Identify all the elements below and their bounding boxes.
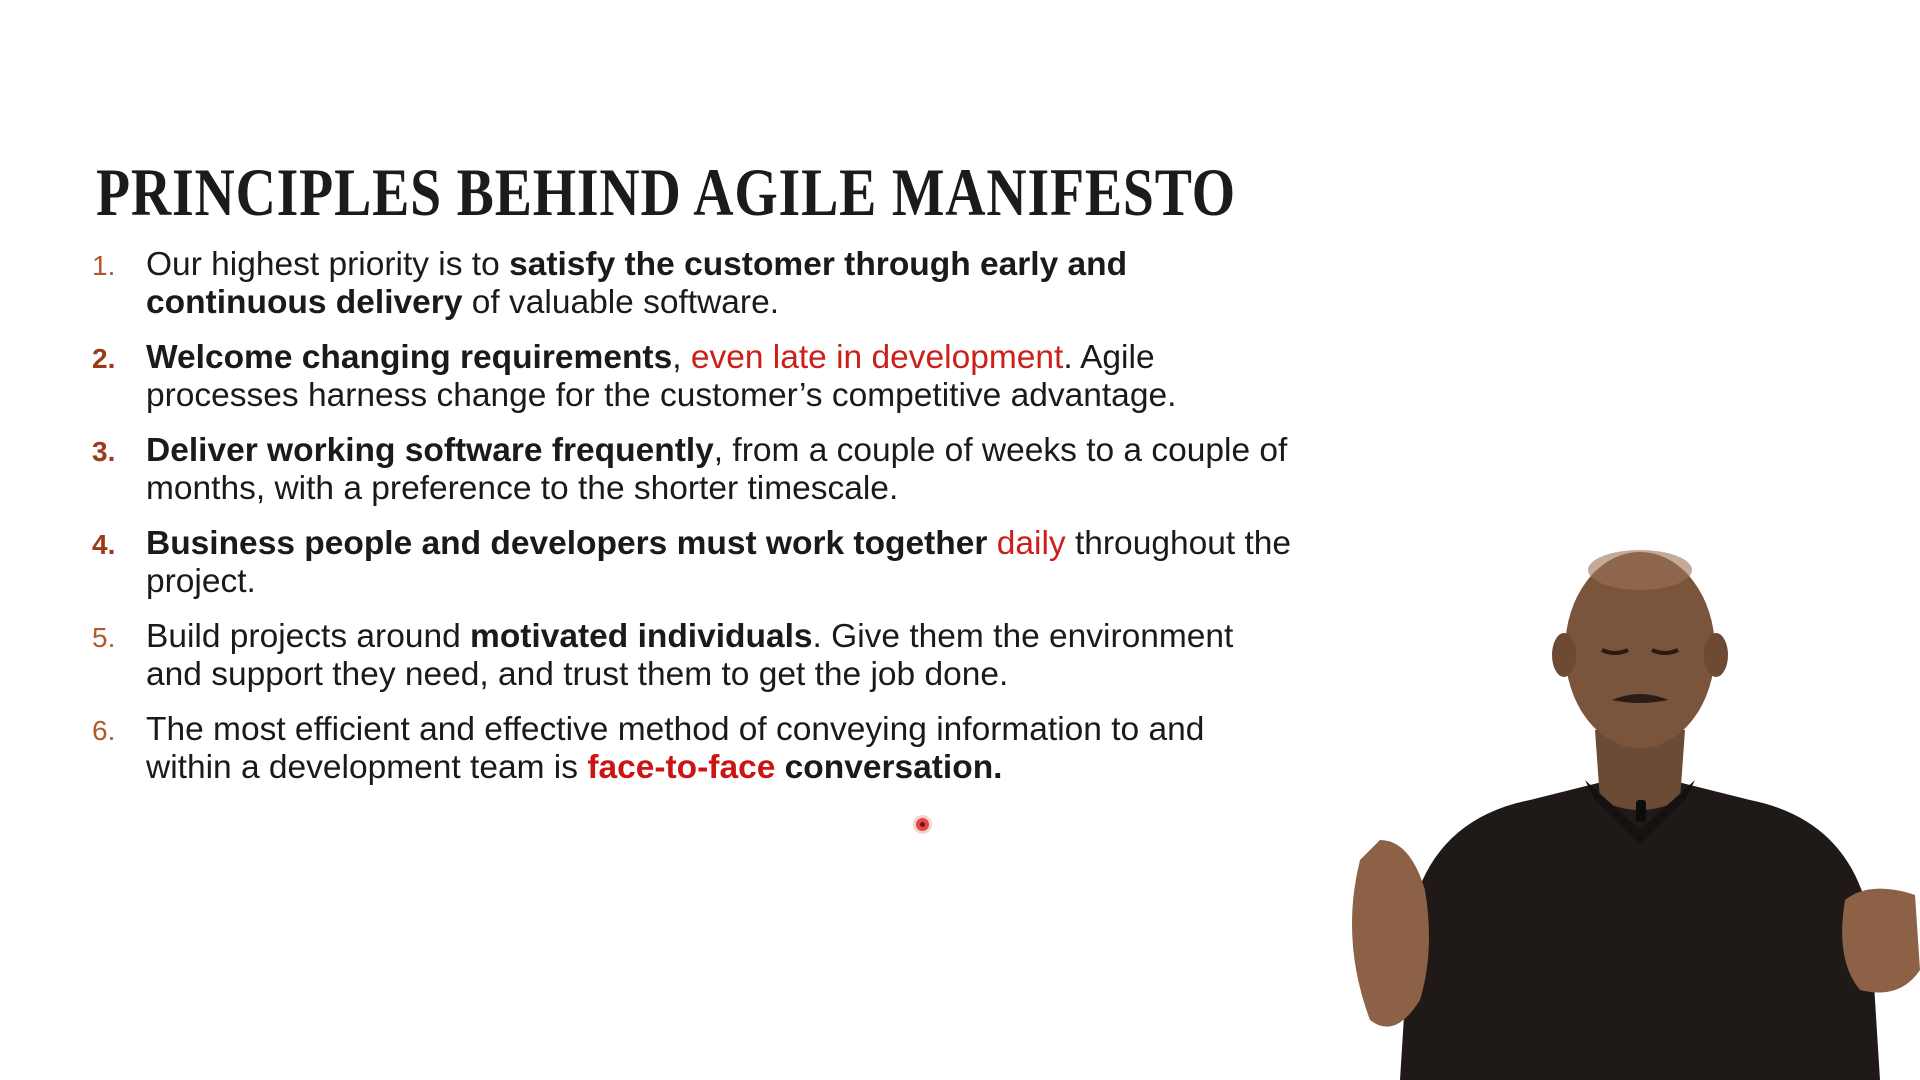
presenter-shirt [1400, 780, 1880, 1080]
text-segment: of valuable software. [462, 284, 780, 321]
text-segment: , [672, 339, 691, 376]
principle-text: Build projects around motivated individu… [146, 618, 1292, 694]
presenter-hand-right [1842, 888, 1920, 993]
laser-pointer-icon [916, 818, 929, 831]
principle-text: Our highest priority is to satisfy the c… [146, 246, 1292, 322]
text-segment: Our highest priority is to [146, 246, 510, 283]
principle-number: 1. [92, 250, 116, 281]
principle-item-6: 6. The most efficient and effective meth… [92, 711, 1292, 787]
presenter-hand-left [1352, 840, 1429, 1027]
text-segment: Build projects around [146, 618, 471, 655]
presenter-ear-right [1704, 633, 1728, 677]
principle-text: Business people and developers must work… [146, 525, 1292, 601]
principle-number: 3. [92, 436, 116, 467]
principle-number: 4. [92, 529, 116, 560]
bold-segment: motivated individuals [470, 618, 813, 655]
presenter-video [1340, 500, 1920, 1080]
bold-segment: Business people and developers must work… [146, 525, 988, 562]
presenter-scalp [1588, 550, 1692, 590]
bold-segment: Deliver working software frequently [146, 432, 714, 469]
highlight-segment: daily [996, 525, 1066, 562]
principle-item-5: 5. Build projects around motivated indiv… [92, 618, 1292, 694]
principle-item-3: 3. Deliver working software frequently, … [92, 432, 1292, 508]
presenter-ear-left [1552, 633, 1576, 677]
principle-text: The most efficient and effective method … [146, 711, 1292, 787]
presenter-mic [1636, 800, 1646, 822]
slide-title: PRINCIPLES BEHIND AGILE MANIFESTO [96, 154, 1236, 230]
principle-number: 2. [92, 343, 116, 374]
text-segment [987, 525, 996, 562]
principle-item-4: 4. Business people and developers must w… [92, 525, 1292, 601]
principle-text: Deliver working software frequently, fro… [146, 432, 1292, 508]
principle-number: 6. [92, 715, 116, 746]
principle-item-2: 2. Welcome changing requirements, even l… [92, 339, 1292, 415]
bold-segment: Welcome changing requirements [146, 339, 673, 376]
slide: PRINCIPLES BEHIND AGILE MANIFESTO 1. Our… [0, 0, 1920, 1080]
principles-list: 1. Our highest priority is to satisfy th… [92, 246, 1292, 804]
highlight-segment: even late in development [690, 339, 1064, 376]
presenter-figure [1352, 550, 1920, 1080]
principle-number: 5. [92, 622, 116, 653]
highlight-segment: face-to-face [587, 749, 776, 786]
principle-item-1: 1. Our highest priority is to satisfy th… [92, 246, 1292, 322]
bold-segment: conversation. [784, 749, 1003, 786]
text-segment [775, 749, 784, 786]
principle-text: Welcome changing requirements, even late… [146, 339, 1292, 415]
